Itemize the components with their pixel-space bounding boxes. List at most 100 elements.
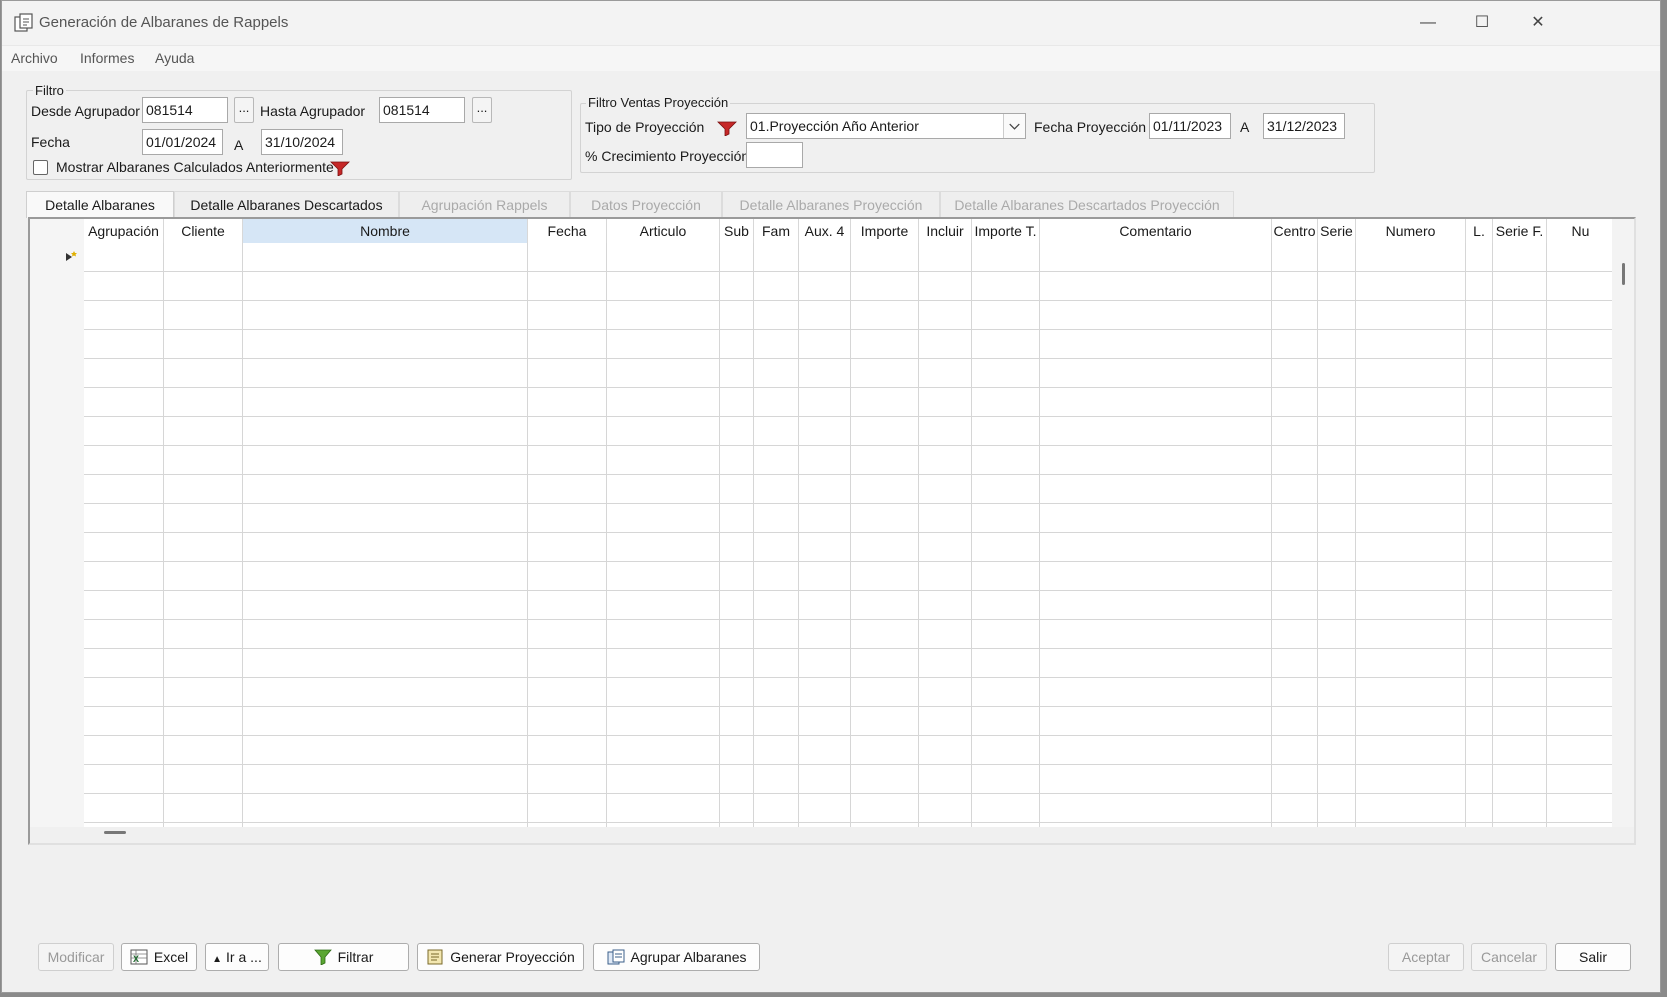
table-cell[interactable] bbox=[799, 591, 851, 620]
table-cell[interactable] bbox=[1493, 794, 1547, 823]
table-cell[interactable] bbox=[1493, 272, 1547, 301]
table-cell[interactable] bbox=[528, 359, 607, 388]
column-header[interactable]: Importe bbox=[851, 219, 919, 243]
table-cell[interactable] bbox=[1466, 591, 1493, 620]
table-cell[interactable] bbox=[851, 823, 919, 827]
horizontal-scroll-thumb[interactable] bbox=[104, 831, 126, 834]
table-cell[interactable] bbox=[1356, 794, 1466, 823]
table-cell[interactable] bbox=[972, 243, 1040, 272]
table-cell[interactable] bbox=[754, 243, 799, 272]
table-cell[interactable] bbox=[799, 533, 851, 562]
table-row[interactable] bbox=[30, 707, 1612, 736]
albaranes-grid[interactable]: Agrupación Cliente Nombre Fecha Articulo Sub F… bbox=[28, 217, 1636, 845]
table-cell[interactable] bbox=[972, 678, 1040, 707]
table-cell[interactable] bbox=[972, 620, 1040, 649]
agrupar-albaranes-button[interactable]: Agrupar Albaranes bbox=[593, 943, 760, 971]
table-cell[interactable] bbox=[720, 562, 754, 591]
salir-button[interactable]: Salir bbox=[1555, 943, 1631, 971]
table-cell[interactable] bbox=[919, 243, 972, 272]
table-cell[interactable] bbox=[1466, 794, 1493, 823]
table-cell[interactable] bbox=[243, 823, 528, 827]
table-cell[interactable] bbox=[528, 243, 607, 272]
table-cell[interactable] bbox=[1356, 359, 1466, 388]
table-cell[interactable] bbox=[1493, 417, 1547, 446]
table-cell[interactable] bbox=[84, 330, 164, 359]
table-row[interactable] bbox=[30, 794, 1612, 823]
table-cell[interactable] bbox=[1318, 533, 1356, 562]
table-cell[interactable] bbox=[972, 359, 1040, 388]
hasta-agrupador-browse-button[interactable]: ... bbox=[472, 97, 492, 123]
table-cell[interactable] bbox=[1040, 765, 1272, 794]
table-cell[interactable] bbox=[164, 272, 243, 301]
table-cell[interactable] bbox=[1547, 765, 1612, 794]
row-header[interactable] bbox=[30, 823, 82, 827]
table-cell[interactable] bbox=[919, 330, 972, 359]
table-cell[interactable] bbox=[243, 388, 528, 417]
table-cell[interactable] bbox=[1493, 591, 1547, 620]
table-cell[interactable] bbox=[164, 649, 243, 678]
table-cell[interactable] bbox=[1356, 707, 1466, 736]
menu-archivo[interactable]: Archivo bbox=[11, 50, 58, 66]
table-cell[interactable] bbox=[799, 794, 851, 823]
table-cell[interactable] bbox=[1547, 736, 1612, 765]
table-cell[interactable] bbox=[607, 562, 720, 591]
row-header[interactable] bbox=[30, 562, 82, 591]
table-cell[interactable] bbox=[1466, 533, 1493, 562]
table-cell[interactable] bbox=[1272, 678, 1318, 707]
excel-button[interactable]: X Excel bbox=[121, 943, 197, 971]
column-header[interactable]: Sub bbox=[720, 219, 754, 243]
table-cell[interactable] bbox=[1040, 446, 1272, 475]
table-cell[interactable] bbox=[754, 678, 799, 707]
table-cell[interactable] bbox=[720, 649, 754, 678]
table-cell[interactable] bbox=[799, 475, 851, 504]
table-cell[interactable] bbox=[607, 272, 720, 301]
table-cell[interactable] bbox=[799, 504, 851, 533]
row-header[interactable] bbox=[30, 736, 82, 765]
table-cell[interactable] bbox=[84, 562, 164, 591]
column-header[interactable]: L. bbox=[1466, 219, 1493, 243]
table-cell[interactable] bbox=[1493, 823, 1547, 827]
table-cell[interactable] bbox=[799, 417, 851, 446]
column-header[interactable]: Serie bbox=[1318, 219, 1356, 243]
menu-ayuda[interactable]: Ayuda bbox=[155, 50, 194, 66]
table-cell[interactable] bbox=[1272, 388, 1318, 417]
table-cell[interactable] bbox=[919, 562, 972, 591]
table-cell[interactable] bbox=[607, 504, 720, 533]
table-cell[interactable] bbox=[851, 330, 919, 359]
table-cell[interactable] bbox=[84, 301, 164, 330]
table-cell[interactable] bbox=[528, 591, 607, 620]
table-cell[interactable] bbox=[1040, 243, 1272, 272]
table-cell[interactable] bbox=[972, 388, 1040, 417]
table-row[interactable] bbox=[30, 330, 1612, 359]
table-cell[interactable] bbox=[1547, 533, 1612, 562]
table-cell[interactable] bbox=[720, 504, 754, 533]
table-cell[interactable] bbox=[851, 301, 919, 330]
tab-detalle-albaranes-descartados[interactable]: Detalle Albaranes Descartados bbox=[174, 191, 399, 217]
fecha-proyeccion-from-input[interactable]: 01/11/2023 bbox=[1149, 113, 1231, 139]
table-cell[interactable] bbox=[720, 417, 754, 446]
generar-proyeccion-button[interactable]: Generar Proyección bbox=[417, 943, 584, 971]
table-cell[interactable] bbox=[1493, 359, 1547, 388]
column-header[interactable]: Comentario bbox=[1040, 219, 1272, 243]
table-cell[interactable] bbox=[1356, 678, 1466, 707]
table-cell[interactable] bbox=[1356, 330, 1466, 359]
table-cell[interactable] bbox=[1040, 823, 1272, 827]
column-header[interactable]: Agrupación bbox=[84, 219, 164, 243]
table-cell[interactable] bbox=[972, 765, 1040, 794]
table-cell[interactable] bbox=[1318, 794, 1356, 823]
row-header[interactable] bbox=[30, 330, 82, 359]
column-header[interactable]: Nombre bbox=[243, 219, 528, 243]
table-cell[interactable] bbox=[84, 272, 164, 301]
table-cell[interactable] bbox=[1356, 243, 1466, 272]
table-cell[interactable] bbox=[1272, 736, 1318, 765]
table-cell[interactable] bbox=[851, 504, 919, 533]
table-cell[interactable] bbox=[720, 533, 754, 562]
table-row[interactable] bbox=[30, 417, 1612, 446]
table-cell[interactable] bbox=[799, 765, 851, 794]
table-cell[interactable] bbox=[1318, 504, 1356, 533]
table-row[interactable] bbox=[30, 504, 1612, 533]
table-cell[interactable] bbox=[754, 736, 799, 765]
table-cell[interactable] bbox=[1272, 330, 1318, 359]
table-cell[interactable] bbox=[607, 330, 720, 359]
table-cell[interactable] bbox=[720, 446, 754, 475]
